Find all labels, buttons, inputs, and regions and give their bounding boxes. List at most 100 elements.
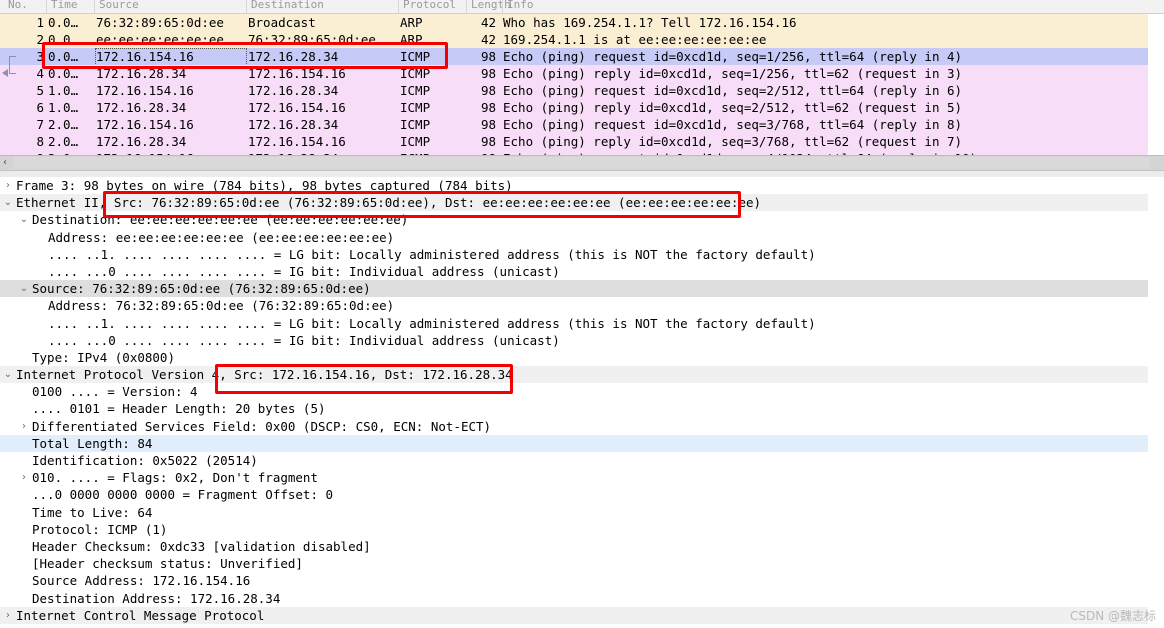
detail-row-label: .... ...0 .... .... .... .... = IG bit: …	[48, 263, 560, 279]
detail-tree-row[interactable]: .... 0101 = Header Length: 20 bytes (5)	[0, 400, 1164, 417]
packet-length: 98	[480, 49, 496, 64]
detail-tree-row[interactable]: Type: IPv4 (0x0800)	[0, 349, 1164, 366]
packet-list-row[interactable]: 3 0.0… 172.16.154.16 172.16.28.34 ICMP 98 Echo…	[0, 48, 1148, 66]
packet-info: 169.254.1.1 is at ee:ee:ee:ee:ee:ee	[503, 32, 767, 47]
packet-list-row[interactable]: 6 1.0… 172.16.28.34 172.16.154.16 ICMP 98 Echo…	[0, 99, 1148, 116]
column-header-source[interactable]: Source	[94, 0, 139, 13]
packet-protocol: ARP	[400, 15, 423, 30]
packet-list-row[interactable]: 2 0.0… ee:ee:ee:ee:ee:ee 76:32:89:65:0d:ee A…	[0, 31, 1148, 48]
detail-tree-row[interactable]: 0100 .... = Version: 4	[0, 383, 1164, 400]
packet-list-rows[interactable]: 1 0.0… 76:32:89:65:0d:ee Broadcast ARP 42 Who …	[0, 14, 1164, 167]
packet-info: Who has 169.254.1.1? Tell 172.16.154.16	[503, 15, 797, 30]
packet-protocol: ICMP	[400, 66, 431, 81]
packet-destination: 172.16.154.16	[248, 66, 346, 81]
detail-row-label: Header Checksum: 0xdc33 [validation disa…	[32, 538, 371, 554]
detail-tree-row[interactable]: Identification: 0x5022 (20514)	[0, 452, 1164, 469]
packet-source: 76:32:89:65:0d:ee	[96, 15, 224, 30]
packet-source: ee:ee:ee:ee:ee:ee	[96, 32, 224, 47]
row-highlight	[0, 434, 1148, 452]
packet-info: Echo (ping) reply id=0xcd1d, seq=3/768, …	[503, 134, 963, 149]
packet-protocol: ICMP	[400, 100, 431, 115]
detail-tree-row[interactable]: .... ...0 .... .... .... .... = IG bit: …	[0, 263, 1164, 280]
packet-protocol: ICMP	[400, 117, 431, 132]
chevron-right-icon[interactable]: ›	[2, 607, 14, 624]
chevron-down-icon[interactable]: ⌄	[2, 366, 14, 383]
packet-time: 2.0…	[48, 117, 79, 132]
packet-protocol: ICMP	[400, 83, 431, 98]
packet-time: 1.0…	[48, 100, 79, 115]
packet-time: 0.0…	[48, 66, 79, 81]
column-header-protocol[interactable]: Protocol	[398, 0, 456, 13]
chevron-right-icon[interactable]: ›	[2, 177, 14, 194]
scrollbar-thumb[interactable]	[14, 157, 1150, 169]
column-header-info[interactable]: Info	[502, 0, 534, 13]
packet-detail-pane[interactable]: › Frame 3: 98 bytes on wire (784 bits), 9…	[0, 177, 1164, 628]
chevron-down-icon[interactable]: ⌄	[2, 194, 14, 211]
detail-row-label: Internet Control Message Protocol	[16, 607, 265, 623]
detail-tree-row[interactable]: Destination Address: 172.16.28.34	[0, 590, 1164, 607]
chevron-right-icon[interactable]: ›	[18, 418, 30, 435]
detail-tree-row[interactable]: .... ...0 .... .... .... .... = IG bit: …	[0, 332, 1164, 349]
detail-tree-row[interactable]: ⌄ Destination: ee:ee:ee:ee:ee:ee (ee:ee:e…	[0, 211, 1164, 228]
detail-row-label: Address: 76:32:89:65:0d:ee (76:32:89:65:…	[48, 298, 395, 314]
detail-tree-row[interactable]: ⌄ Internet Protocol Version 4, Src: 172.1…	[0, 366, 1164, 384]
packet-no: 6	[36, 100, 44, 115]
packet-no: 4	[36, 66, 44, 81]
detail-tree-row[interactable]: Total Length: 84	[0, 434, 1164, 452]
detail-tree-row[interactable]: .... ..1. .... .... .... .... = LG bit: …	[0, 315, 1164, 332]
detail-row-label: Protocol: ICMP (1)	[32, 521, 168, 537]
detail-tree-row[interactable]: Address: 76:32:89:65:0d:ee (76:32:89:65:…	[0, 297, 1164, 314]
packet-list-horizontal-scrollbar[interactable]: ‹	[0, 155, 1164, 171]
detail-tree-row[interactable]: › Internet Control Message Protocol	[0, 606, 1164, 624]
detail-tree-row[interactable]: › Differentiated Services Field: 0x00 (DS…	[0, 418, 1164, 435]
packet-list-row[interactable]: 8 2.0… 172.16.28.34 172.16.154.16 ICMP 98 Echo…	[0, 133, 1148, 150]
detail-row-label: Source Address: 172.16.154.16	[32, 573, 251, 589]
packet-protocol: ICMP	[400, 49, 431, 64]
packet-protocol: ICMP	[400, 134, 431, 149]
packet-info: Echo (ping) reply id=0xcd1d, seq=1/256, …	[503, 66, 963, 81]
packet-info: Echo (ping) request id=0xcd1d, seq=1/256…	[503, 49, 963, 64]
detail-row-label: .... 0101 = Header Length: 20 bytes (5)	[32, 401, 326, 417]
packet-list-pane[interactable]: No. Time Source Destination Protocol Length In…	[0, 0, 1164, 172]
packet-no: 1	[36, 15, 44, 30]
packet-source: 172.16.154.16	[96, 83, 194, 98]
packet-destination: 172.16.154.16	[248, 100, 346, 115]
detail-tree-row[interactable]: Address: ee:ee:ee:ee:ee:ee (ee:ee:ee:ee:…	[0, 229, 1164, 246]
column-header-time[interactable]: Time	[46, 0, 78, 13]
detail-tree-row[interactable]: › 010. .... = Flags: 0x2, Don't fragment	[0, 469, 1164, 486]
detail-row-label: .... ...0 .... .... .... .... = IG bit: …	[48, 332, 560, 348]
packet-list-row[interactable]: 4 0.0… 172.16.28.34 172.16.154.16 ICMP 98 Echo…	[0, 65, 1148, 82]
packet-list-row[interactable]: 1 0.0… 76:32:89:65:0d:ee Broadcast ARP 42 Who …	[0, 14, 1148, 31]
packet-destination: 172.16.154.16	[248, 134, 346, 149]
packet-time: 1.0…	[48, 83, 79, 98]
detail-tree-row[interactable]: Protocol: ICMP (1)	[0, 521, 1164, 538]
detail-tree-row[interactable]: Header Checksum: 0xdc33 [validation disa…	[0, 538, 1164, 555]
detail-tree-row[interactable]: .... ..1. .... .... .... .... = LG bit: …	[0, 246, 1164, 263]
detail-row-label: Time to Live: 64	[32, 504, 153, 520]
packet-length: 42	[480, 15, 496, 30]
packet-list-row[interactable]: 7 2.0… 172.16.154.16 172.16.28.34 ICMP 98 Echo…	[0, 116, 1148, 133]
detail-tree-row[interactable]: ...0 0000 0000 0000 = Fragment Offset: 0	[0, 486, 1164, 503]
chevron-down-icon[interactable]: ⌄	[18, 211, 30, 228]
detail-tree-row[interactable]: ⌄ Source: 76:32:89:65:0d:ee (76:32:89:65:…	[0, 280, 1164, 298]
detail-row-label: ...0 0000 0000 0000 = Fragment Offset: 0	[32, 487, 334, 503]
packet-destination: Broadcast	[248, 15, 316, 30]
chevron-right-icon[interactable]: ›	[18, 469, 30, 486]
packet-length: 98	[480, 117, 496, 132]
detail-tree-row[interactable]: Source Address: 172.16.154.16	[0, 572, 1164, 589]
packet-time: 0.0…	[48, 15, 79, 30]
packet-source: 172.16.28.34	[96, 134, 187, 149]
detail-tree-row[interactable]: [Header checksum status: Unverified]	[0, 555, 1164, 572]
packet-no: 3	[36, 49, 44, 64]
packet-length: 98	[480, 66, 496, 81]
detail-tree-row[interactable]: ⌄ Ethernet II, Src: 76:32:89:65:0d:ee (76…	[0, 194, 1164, 212]
detail-row-label: Type: IPv4 (0x0800)	[32, 349, 175, 365]
chevron-down-icon[interactable]: ⌄	[18, 280, 30, 297]
packet-list-column-header[interactable]: No. Time Source Destination Protocol Length In…	[0, 0, 1164, 14]
detail-tree-row[interactable]: Time to Live: 64	[0, 504, 1164, 521]
column-header-destination[interactable]: Destination	[246, 0, 324, 13]
scroll-left-arrow-icon[interactable]: ‹	[3, 158, 7, 168]
detail-tree-row[interactable]: › Frame 3: 98 bytes on wire (784 bits), 9…	[0, 177, 1164, 194]
column-header-no[interactable]: No.	[4, 0, 28, 13]
packet-list-row[interactable]: 5 1.0… 172.16.154.16 172.16.28.34 ICMP 98 Echo…	[0, 82, 1148, 99]
